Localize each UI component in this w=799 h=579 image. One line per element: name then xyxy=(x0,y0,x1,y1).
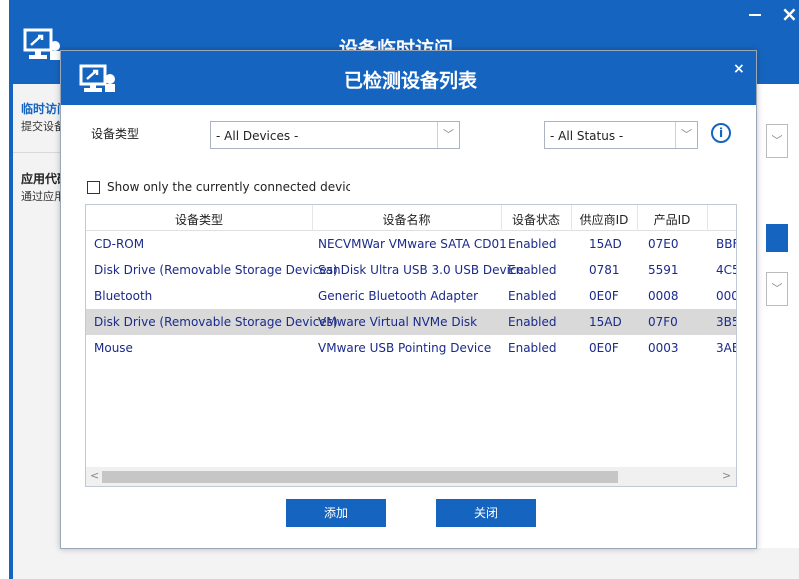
add-button[interactable]: 添加 xyxy=(286,499,386,527)
cell-product-id: 07E0 xyxy=(648,237,679,251)
cell-device-name: VMware USB Pointing Device xyxy=(318,341,492,355)
connected-only-checkbox-row[interactable]: Show only the currently connected device… xyxy=(85,179,350,197)
table-row[interactable]: Bluetooth Generic Bluetooth Adapter Enab… xyxy=(86,283,737,309)
column-divider xyxy=(707,205,708,231)
cell-vendor-id: 0781 xyxy=(589,263,620,277)
column-header-device-type[interactable]: 设备类型 xyxy=(86,211,312,228)
cell-device-name: SanDisk Ultra USB 3.0 USB Device xyxy=(318,263,524,277)
cell-product-id: 07F0 xyxy=(648,315,678,329)
connected-only-checkbox[interactable] xyxy=(87,181,100,194)
back-footer xyxy=(263,548,799,579)
back-action-button[interactable] xyxy=(766,224,788,252)
monitor-key-logo-icon xyxy=(23,28,63,66)
column-header-device-status[interactable]: 设备状态 xyxy=(501,211,571,228)
cell-vendor-id: 15AD xyxy=(589,237,622,251)
monitor-key-logo-icon xyxy=(79,64,119,98)
cell-device-type: Disk Drive (Removable Storage Devices) xyxy=(94,263,338,277)
cell-vendor-id: 0E0F xyxy=(589,341,619,355)
cell-device-type: CD-ROM xyxy=(94,237,145,251)
cell-extra: 000 xyxy=(716,289,737,303)
chevron-down-icon: ﹀ xyxy=(437,122,459,148)
cell-device-type: Mouse xyxy=(94,341,133,355)
horizontal-scrollbar[interactable]: < > xyxy=(86,467,736,486)
cell-device-status: Enabled xyxy=(508,341,557,355)
connected-only-label: Show only the currently connected device… xyxy=(107,180,350,194)
scroll-left-arrow-icon[interactable]: < xyxy=(90,469,99,482)
back-dropdown-2[interactable]: ﹀ xyxy=(766,272,788,306)
cell-device-status: Enabled xyxy=(508,237,557,251)
scroll-right-arrow-icon[interactable]: > xyxy=(722,469,731,482)
sidebar-item-app-code-desc: 通过应用 xyxy=(21,190,65,203)
table-header: 设备类型 设备名称 设备状态 供应商ID 产品ID xyxy=(86,205,736,231)
status-dropdown[interactable]: - All Status - ﹀ xyxy=(544,121,698,149)
cell-device-status: Enabled xyxy=(508,315,557,329)
screen: 设备临时访问 × 临时访问 提交设备 应用代码 通过应用 ﹀ ﹀ 已检测设备列表… xyxy=(0,0,799,579)
cell-extra: 3B5 xyxy=(716,315,736,329)
cell-product-id: 0003 xyxy=(648,341,679,355)
dialog-titlebar: 已检测设备列表 × xyxy=(61,51,756,105)
dialog-title: 已检测设备列表 xyxy=(344,70,478,92)
device-table: 设备类型 设备名称 设备状态 供应商ID 产品ID CD-ROM NECVMWa… xyxy=(85,204,737,487)
cell-device-status: Enabled xyxy=(508,289,557,303)
status-value: - All Status - xyxy=(550,129,624,143)
cell-vendor-id: 0E0F xyxy=(589,289,619,303)
cell-device-name: VMware Virtual NVMe Disk xyxy=(318,315,478,329)
device-type-label: 设备类型 xyxy=(91,127,140,141)
back-window-close-button[interactable]: × xyxy=(781,0,798,28)
close-button[interactable]: 关闭 xyxy=(436,499,536,527)
cell-device-name: Generic Bluetooth Adapter xyxy=(318,289,479,303)
table-row[interactable]: Mouse VMware USB Pointing Device Enabled… xyxy=(86,335,736,361)
cell-product-id: 0008 xyxy=(648,289,679,303)
cell-vendor-id: 15AD xyxy=(589,315,622,329)
detected-devices-dialog: 已检测设备列表 × 设备类型 - All Devices - ﹀ - All S… xyxy=(60,50,757,549)
back-dropdown-1[interactable]: ﹀ xyxy=(766,124,788,158)
dialog-close-button[interactable]: × xyxy=(733,61,745,77)
cell-device-name: NECVMWar VMware SATA CD01 xyxy=(318,237,507,251)
cell-extra: 3AE xyxy=(716,341,736,355)
chevron-down-icon: ﹀ xyxy=(675,122,697,148)
column-header-device-name[interactable]: 设备名称 xyxy=(312,211,501,228)
device-type-value: - All Devices - xyxy=(216,129,299,143)
column-header-vendor-id[interactable]: 供应商ID xyxy=(571,211,637,228)
scrollbar-thumb[interactable] xyxy=(102,471,618,483)
info-icon[interactable]: i xyxy=(711,123,731,143)
sidebar-item-temporary-access-desc: 提交设备 xyxy=(21,120,65,133)
minimize-button[interactable] xyxy=(749,14,761,16)
cell-device-type: Disk Drive (Removable Storage Devices) xyxy=(94,315,338,329)
column-header-product-id[interactable]: 产品ID xyxy=(637,211,707,228)
cell-extra: 4C5 xyxy=(716,263,736,277)
device-type-dropdown[interactable]: - All Devices - ﹀ xyxy=(210,121,460,149)
table-row[interactable]: CD-ROM NECVMWar VMware SATA CD01 Enabled… xyxy=(86,231,736,257)
table-row[interactable]: Disk Drive (Removable Storage Devices) S… xyxy=(86,257,736,283)
cell-product-id: 5591 xyxy=(648,263,679,277)
cell-device-type: Bluetooth xyxy=(94,289,153,303)
cell-device-status: Enabled xyxy=(508,263,557,277)
cell-extra: BBF xyxy=(716,237,736,251)
table-row-selected[interactable]: Disk Drive (Removable Storage Devices) V… xyxy=(86,309,736,335)
